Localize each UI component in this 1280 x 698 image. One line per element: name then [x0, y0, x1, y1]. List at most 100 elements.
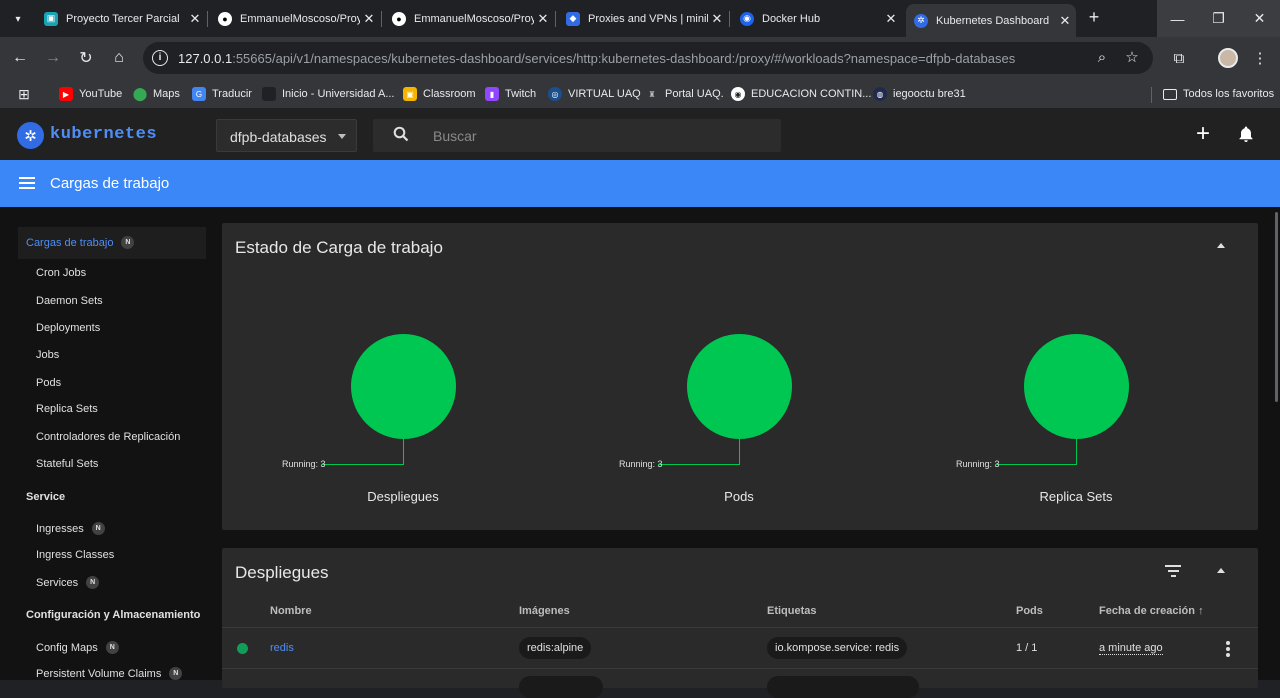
namespace-value: dfpb-databases — [230, 129, 327, 145]
github-favicon-icon: ● — [218, 11, 232, 26]
tab-close-icon[interactable]: ✕ — [884, 11, 898, 27]
zoom-icon[interactable]: ⌕ — [1093, 49, 1111, 67]
row-actions-kebab-icon[interactable] — [1226, 641, 1230, 659]
replica-sets-status-donut[interactable] — [1024, 334, 1129, 439]
column-header-name[interactable]: Nombre — [270, 605, 312, 617]
bookmark-universidad[interactable]: Inicio - Universidad A... — [262, 85, 395, 103]
filter-icon[interactable] — [1165, 565, 1181, 580]
search-input[interactable] — [433, 126, 763, 146]
forward-arrow-icon[interactable]: → — [41, 46, 65, 70]
sidebar-item-stateful-sets[interactable]: Stateful Sets — [36, 458, 98, 470]
tab-title: EmmanuelMoscoso/Proy — [240, 12, 360, 25]
sidebar-item-workloads[interactable]: Cargas de trabajo N — [26, 236, 135, 249]
k8s-brand[interactable]: kubernetes — [50, 125, 157, 144]
kubernetes-logo-icon[interactable]: ✲ — [17, 122, 44, 149]
tab-divider — [207, 11, 208, 27]
donut-leader-line — [1076, 439, 1077, 464]
browser-tab-2[interactable]: ● EmmanuelMoscoso/Proy ✕ — [210, 6, 380, 31]
running-count-label: Running: 3 — [956, 459, 1000, 469]
address-bar[interactable]: i 127.0.0.1:55665/api/v1/namespaces/kube… — [143, 42, 1153, 74]
sidebar-item-deployments[interactable]: Deployments — [36, 322, 100, 334]
browser-tab-5[interactable]: ◉ Docker Hub ✕ — [732, 6, 902, 31]
browser-menu-icon[interactable]: ⋮ — [1248, 46, 1272, 70]
create-plus-icon[interactable]: + — [1192, 122, 1214, 146]
deployments-status-donut[interactable] — [351, 334, 456, 439]
deployment-name-link[interactable]: redis — [270, 642, 294, 654]
browser-tab-3[interactable]: ● EmmanuelMoscoso/Proy ✕ — [384, 6, 554, 31]
bookmark-iegooctu[interactable]: ◍ iegooctu bre31 — [873, 85, 966, 103]
column-header-created[interactable]: Fecha de creación ↑ — [1099, 605, 1204, 617]
tab-close-icon[interactable]: ✕ — [536, 11, 550, 27]
sidebar-item-services[interactable]: Services N — [36, 576, 100, 589]
card-title: Despliegues — [235, 563, 329, 582]
extensions-icon[interactable]: ⧉ — [1167, 46, 1191, 70]
bookmark-twitch[interactable]: ▮ Twitch — [485, 85, 536, 103]
restore-icon[interactable]: ❐ — [1198, 0, 1239, 37]
browser-tab-6-active[interactable]: ✲ Kubernetes Dashboard ✕ — [906, 4, 1076, 37]
minikube-favicon-icon: ◆ — [566, 11, 580, 26]
youtube-icon: ▶ — [59, 87, 73, 101]
bookmark-youtube[interactable]: ▶ YouTube — [59, 85, 122, 103]
sidebar-item-ingress-classes[interactable]: Ingress Classes — [36, 549, 114, 561]
back-arrow-icon[interactable]: ← — [8, 46, 32, 70]
bookmark-traducir[interactable]: G Traducir — [192, 85, 252, 103]
sidebar-section-service[interactable]: Service — [26, 491, 65, 503]
donut-leader-line — [739, 439, 740, 464]
apps-grid-icon[interactable]: ⊞ — [12, 82, 36, 106]
minimize-icon[interactable]: — — [1157, 0, 1198, 37]
bookmark-all-favorites[interactable]: Todos los favoritos — [1163, 85, 1274, 103]
sidebar-item-cron-jobs[interactable]: Cron Jobs — [36, 267, 86, 279]
sidebar-item-daemon-sets[interactable]: Daemon Sets — [36, 295, 103, 307]
close-window-icon[interactable]: ✕ — [1239, 0, 1280, 37]
github-favicon-icon: ● — [392, 11, 406, 26]
tab-close-icon[interactable]: ✕ — [710, 11, 724, 27]
tab-close-icon[interactable]: ✕ — [1058, 13, 1072, 29]
collapse-caret-icon[interactable] — [1217, 243, 1225, 248]
sidebar-item-config-maps[interactable]: Config Maps N — [36, 641, 119, 654]
bookmark-star-icon[interactable]: ☆ — [1123, 49, 1141, 67]
sidebar-item-replica-sets[interactable]: Replica Sets — [36, 403, 98, 415]
search-icon — [393, 126, 409, 147]
tab-divider — [555, 11, 556, 27]
tab-close-icon[interactable]: ✕ — [362, 11, 376, 27]
browser-tab-1[interactable]: ▣ Proyecto Tercer Parcial ✕ — [36, 6, 206, 31]
tab-title: Docker Hub — [762, 12, 821, 25]
sidebar-item-label: Ingresses — [36, 522, 84, 535]
bookmark-portal-uaq[interactable]: ♜ Portal UAQ. — [645, 85, 723, 103]
search-box[interactable] — [373, 119, 781, 152]
tab-title: Kubernetes Dashboard — [936, 14, 1050, 27]
collapse-caret-icon[interactable] — [1217, 568, 1225, 573]
profile-avatar[interactable] — [1218, 48, 1238, 68]
browser-tab-4[interactable]: ◆ Proxies and VPNs | minik ✕ — [558, 6, 728, 31]
url-text[interactable]: 127.0.0.1:55665/api/v1/namespaces/kubern… — [178, 51, 1015, 66]
chart-name: Pods — [724, 489, 754, 504]
sidebar-item-ingresses[interactable]: Ingresses N — [36, 522, 105, 535]
sidebar-item-pods[interactable]: Pods — [36, 377, 61, 389]
home-icon[interactable]: ⌂ — [107, 46, 131, 70]
sidebar-section-config-storage[interactable]: Configuración y Almacenamiento — [26, 609, 200, 621]
namespace-select[interactable]: dfpb-databases — [216, 119, 357, 152]
scrollbar[interactable] — [1273, 207, 1280, 680]
sidebar-item-replication-controllers[interactable]: Controladores de Replicación — [36, 431, 180, 443]
bookmark-virtual-uaq[interactable]: ◎ VIRTUAL UAQ — [548, 85, 641, 103]
workload-status-card: Estado de Carga de trabajo Running: 3 De… — [222, 223, 1258, 530]
new-tab-button[interactable]: + — [1084, 8, 1104, 28]
bookmark-classroom[interactable]: ▣ Classroom — [403, 85, 476, 103]
bookmark-educacion[interactable]: ◉ EDUCACION CONTIN... — [731, 85, 871, 103]
sidebar-item-jobs[interactable]: Jobs — [36, 349, 59, 361]
sort-arrow-icon: ↑ — [1198, 605, 1204, 617]
column-header-label: Fecha de creación — [1099, 605, 1195, 617]
tab-search-chevron-icon[interactable]: ▾ — [6, 7, 30, 31]
pods-status-donut[interactable] — [687, 334, 792, 439]
reload-icon[interactable]: ↻ — [74, 46, 98, 70]
site-info-icon[interactable]: i — [152, 50, 168, 66]
bookmarks-bar: ⊞ ▶ YouTube ⬤ Maps G Traducir Inicio - U… — [0, 79, 1280, 109]
hamburger-menu-icon[interactable] — [19, 177, 35, 189]
url-path: :55665/api/v1/namespaces/kubernetes-dash… — [232, 51, 1016, 66]
tab-close-icon[interactable]: ✕ — [188, 11, 202, 27]
running-count-label: Running: 3 — [619, 459, 663, 469]
bookmark-maps[interactable]: ⬤ Maps — [133, 85, 180, 103]
scrollbar-thumb[interactable] — [1275, 212, 1278, 402]
notifications-bell-icon[interactable] — [1237, 125, 1255, 143]
sidebar-item-pvc[interactable]: Persistent Volume Claims N — [36, 667, 183, 680]
